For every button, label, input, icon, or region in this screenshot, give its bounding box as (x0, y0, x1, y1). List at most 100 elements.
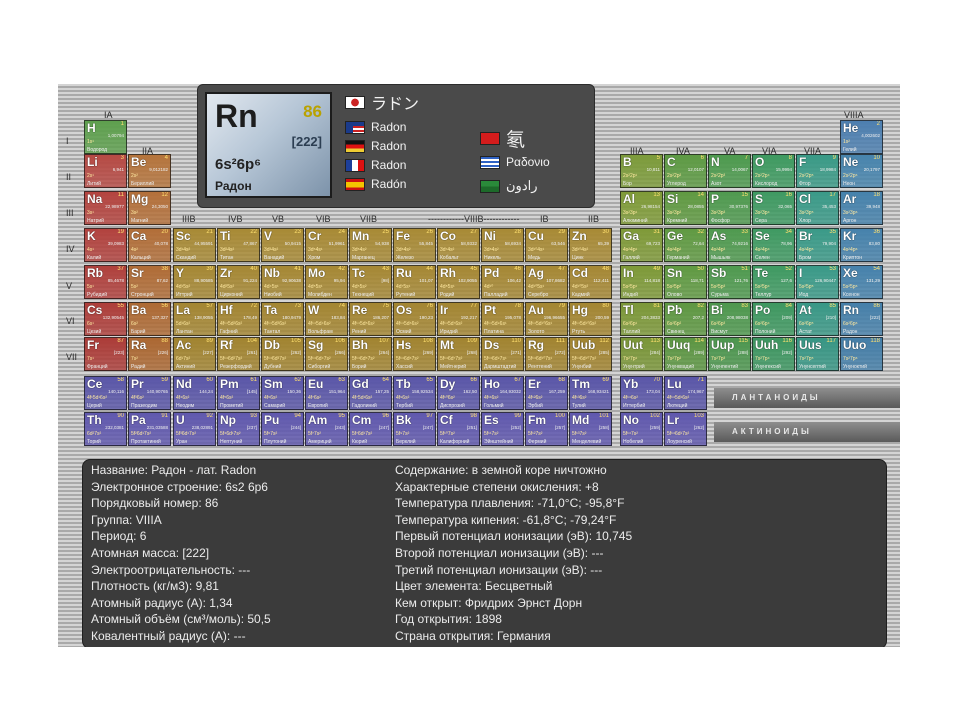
element-cell-ni[interactable]: Ni 28 58,6934 3d⁸4s² Никель (481, 228, 524, 262)
element-cell-hs[interactable]: Hs 108 [269] 5f¹⁴6d⁶7s² Хассий (393, 337, 436, 371)
element-cell-si[interactable]: Si 14 28,0855 3s²3p² Кремний (664, 191, 707, 225)
element-cell-pr[interactable]: Pr 59 140,90765 4f³6s² Празеодим (128, 376, 171, 410)
element-cell-au[interactable]: Au 79 196,96655 4f¹⁴5d¹⁰6s¹ Золото (525, 302, 568, 336)
element-cell-po[interactable]: Po 84 [209] 6s²6p⁴ Полоний (752, 302, 795, 336)
element-cell-fr[interactable]: Fr 87 [223] 7s¹ Франций (84, 337, 127, 371)
element-cell-pm[interactable]: Pm 61 [145] 4f⁵6s² Прометий (217, 376, 260, 410)
element-cell-u[interactable]: U 92 238,02891 5f³6d¹7s² Уран (173, 412, 216, 446)
element-cell-ga[interactable]: Ga 31 69,723 4s²4p¹ Галлий (620, 228, 663, 262)
element-cell-se[interactable]: Se 34 78,96 4s²4p⁴ Селен (752, 228, 795, 262)
element-cell-ra[interactable]: Ra 88 [226] 7s² Радий (128, 337, 171, 371)
element-cell-in[interactable]: In 49 114,818 5s²5p¹ Индий (620, 265, 663, 299)
element-cell-ds[interactable]: Ds 110 [271] 5f¹⁴6d⁹7s¹ Дармштадтий (481, 337, 524, 371)
element-cell-be[interactable]: Be 4 9,012182 2s² Бериллий (128, 154, 171, 188)
element-cell-s[interactable]: S 16 32,065 3s²3p⁴ Сера (752, 191, 795, 225)
element-cell-cl[interactable]: Cl 17 35,453 3s²3p⁵ Хлор (796, 191, 839, 225)
element-cell-sr[interactable]: Sr 38 87,62 5s² Стронций (128, 265, 171, 299)
element-cell-sn[interactable]: Sn 50 118,71 5s²5p² Олово (664, 265, 707, 299)
element-cell-p[interactable]: P 15 30,97376 3s²3p³ Фосфор (708, 191, 751, 225)
element-cell-hf[interactable]: Hf 72 178,49 4f¹⁴5d²6s² Гафний (217, 302, 260, 336)
element-cell-xe[interactable]: Xe 54 131,29 5s²5p⁶ Ксенон (840, 265, 883, 299)
element-cell-te[interactable]: Te 52 127,6 5s²5p⁴ Теллур (752, 265, 795, 299)
element-cell-kr[interactable]: Kr 36 83,80 4s²4p⁶ Криптон (840, 228, 883, 262)
element-cell-la[interactable]: La 57 138,9055 5d¹6s² Лантан (173, 302, 216, 336)
element-cell-v[interactable]: V 23 50,9415 3d³4s² Ванадий (261, 228, 304, 262)
element-cell-sb[interactable]: Sb 51 121,76 5s²5p³ Сурьма (708, 265, 751, 299)
element-cell-fm[interactable]: Fm 100 [257] 5f¹²7s² Фермий (525, 412, 568, 446)
element-cell-cf[interactable]: Cf 98 [251] 5f¹⁰7s² Калифорний (437, 412, 480, 446)
element-cell-bk[interactable]: Bk 97 [247] 5f⁹7s² Берклий (393, 412, 436, 446)
element-cell-no[interactable]: No 102 [259] 5f¹⁴7s² Нобелий (620, 412, 663, 446)
element-cell-uup[interactable]: Uup 115 [288] 7s²7p³ Унунпентий (708, 337, 751, 371)
element-cell-rn[interactable]: Rn 86 [222] 6s²6p⁶ Радон (840, 302, 883, 336)
element-cell-n[interactable]: N 7 14,0067 2s²2p³ Азот (708, 154, 751, 188)
element-cell-na[interactable]: Na 11 22,98977 3s¹ Натрий (84, 191, 127, 225)
element-cell-pt[interactable]: Pt 78 195,078 4f¹⁴5d⁹6s¹ Платина (481, 302, 524, 336)
element-cell-re[interactable]: Re 75 186,207 4f¹⁴5d⁵6s² Рений (349, 302, 392, 336)
element-cell-pu[interactable]: Pu 94 [244] 5f⁶7s² Плутоний (261, 412, 304, 446)
element-cell-nd[interactable]: Nd 60 144,24 4f⁴6s² Неодим (173, 376, 216, 410)
element-cell-ag[interactable]: Ag 47 107,8682 4d¹⁰5s¹ Серебро (525, 265, 568, 299)
element-cell-sm[interactable]: Sm 62 150,36 4f⁶6s² Самарий (261, 376, 304, 410)
element-cell-uut[interactable]: Uut 113 [284] 7s²7p¹ Унунтрий (620, 337, 663, 371)
element-cell-bi[interactable]: Bi 83 208,98038 6s²6p³ Висмут (708, 302, 751, 336)
element-cell-ba[interactable]: Ba 56 137,327 6s² Барий (128, 302, 171, 336)
element-cell-eu[interactable]: Eu 63 151,964 4f⁷6s² Европий (305, 376, 348, 410)
element-cell-cr[interactable]: Cr 24 51,9961 3d⁵4s¹ Хром (305, 228, 348, 262)
element-cell-uuq[interactable]: Uuq 114 [289] 7s²7p² Унунквадий (664, 337, 707, 371)
element-cell-k[interactable]: K 19 39,0983 4s¹ Калий (84, 228, 127, 262)
element-cell-he[interactable]: He 2 4,002602 1s² Гелий (840, 120, 883, 154)
element-cell-uuo[interactable]: Uuo 118 7s²7p⁶ Унуноктий (840, 337, 883, 371)
element-cell-ti[interactable]: Ti 22 47,867 3d²4s² Титан (217, 228, 260, 262)
element-cell-gd[interactable]: Gd 64 157,25 4f⁷5d¹6s² Гадолиний (349, 376, 392, 410)
element-cell-cd[interactable]: Cd 48 112,411 4d¹⁰5s² Кадмий (569, 265, 612, 299)
element-cell-pa[interactable]: Pa 91 231,03588 5f²6d¹7s² Протактиний (128, 412, 171, 446)
element-cell-pd[interactable]: Pd 46 106,42 4d¹⁰ Палладий (481, 265, 524, 299)
element-cell-ru[interactable]: Ru 44 101,07 4d⁷5s¹ Рутений (393, 265, 436, 299)
element-cell-y[interactable]: Y 39 88,90585 4d¹5s² Иттрий (173, 265, 216, 299)
element-cell-sc[interactable]: Sc 21 44,95591 3d¹4s² Скандий (173, 228, 216, 262)
element-cell-er[interactable]: Er 68 167,259 4f¹²6s² Эрбий (525, 376, 568, 410)
element-cell-rb[interactable]: Rb 37 85,4678 5s¹ Рубидий (84, 265, 127, 299)
element-cell-es[interactable]: Es 99 [252] 5f¹¹7s² Эйнштейний (481, 412, 524, 446)
element-cell-cs[interactable]: Cs 55 132,90545 6s¹ Цезий (84, 302, 127, 336)
element-cell-pb[interactable]: Pb 82 207,2 6s²6p² Свинец (664, 302, 707, 336)
element-cell-ce[interactable]: Ce 58 140,116 4f¹5d¹6s² Церий (84, 376, 127, 410)
element-cell-np[interactable]: Np 93 [237] 5f⁴6d¹7s² Нептуний (217, 412, 260, 446)
element-cell-mt[interactable]: Mt 109 [268] 5f¹⁴6d⁷7s² Мейтнерий (437, 337, 480, 371)
element-cell-lr[interactable]: Lr 103 [262] 5f¹⁴6d¹7s² Лоуренсий (664, 412, 707, 446)
element-cell-ho[interactable]: Ho 67 164,93032 4f¹¹6s² Гольмий (481, 376, 524, 410)
element-cell-bh[interactable]: Bh 107 [264] 5f¹⁴6d⁵7s² Борий (349, 337, 392, 371)
element-cell-tm[interactable]: Tm 69 168,93421 4f¹³6s² Тулий (569, 376, 612, 410)
element-cell-br[interactable]: Br 35 79,904 4s²4p⁵ Бром (796, 228, 839, 262)
element-cell-as[interactable]: As 33 74,9216 4s²4p³ Мышьяк (708, 228, 751, 262)
element-cell-c[interactable]: C 6 12,0107 2s²2p² Углерод (664, 154, 707, 188)
element-cell-nb[interactable]: Nb 41 92,90638 4d⁴5s¹ Ниобий (261, 265, 304, 299)
element-cell-rg[interactable]: Rg 111 [272] 5f¹⁴6d¹⁰7s¹ Рентгений (525, 337, 568, 371)
element-cell-yb[interactable]: Yb 70 173,04 4f¹⁴6s² Иттербий (620, 376, 663, 410)
element-cell-lu[interactable]: Lu 71 174,967 4f¹⁴5d¹6s² Лютеций (664, 376, 707, 410)
element-cell-ne[interactable]: Ne 10 20,1797 2s²2p⁶ Неон (840, 154, 883, 188)
element-cell-o[interactable]: O 8 15,9994 2s²2p⁴ Кислород (752, 154, 795, 188)
element-cell-am[interactable]: Am 95 [243] 5f⁷7s² Америций (305, 412, 348, 446)
element-cell-li[interactable]: Li 3 6,941 2s¹ Литий (84, 154, 127, 188)
element-cell-al[interactable]: Al 13 26,98154 3s²3p¹ Алюминий (620, 191, 663, 225)
element-cell-cu[interactable]: Cu 29 63,546 3d¹⁰4s¹ Медь (525, 228, 568, 262)
element-cell-zn[interactable]: Zn 30 65,39 3d¹⁰4s² Цинк (569, 228, 612, 262)
element-cell-os[interactable]: Os 76 190,23 4f¹⁴5d⁶6s² Осмий (393, 302, 436, 336)
element-cell-fe[interactable]: Fe 26 55,845 3d⁶4s² Железо (393, 228, 436, 262)
element-cell-mg[interactable]: Mg 12 24,3050 3s² Магний (128, 191, 171, 225)
element-cell-th[interactable]: Th 90 232,0381 6d²7s² Торий (84, 412, 127, 446)
element-cell-ac[interactable]: Ac 89 [227] 6d¹7s² Актиний (173, 337, 216, 371)
element-cell-at[interactable]: At 85 [210] 6s²6p⁵ Астат (796, 302, 839, 336)
element-cell-uub[interactable]: Uub 112 [285] 5f¹⁴6d¹⁰7s² Унунбий (569, 337, 612, 371)
element-cell-md[interactable]: Md 101 [258] 5f¹³7s² Менделевий (569, 412, 612, 446)
element-cell-zr[interactable]: Zr 40 91,224 4d²5s² Цирконий (217, 265, 260, 299)
element-cell-uus[interactable]: Uus 117 7s²7p⁵ Унунсептий (796, 337, 839, 371)
element-cell-w[interactable]: W 74 183,84 4f¹⁴5d⁴6s² Вольфрам (305, 302, 348, 336)
element-cell-b[interactable]: B 5 10,811 2s²2p¹ Бор (620, 154, 663, 188)
element-cell-rf[interactable]: Rf 104 [261] 5f¹⁴6d²7s² Резерфордий (217, 337, 260, 371)
element-cell-dy[interactable]: Dy 66 162,50 4f¹⁰6s² Диспрозий (437, 376, 480, 410)
element-cell-co[interactable]: Co 27 58,9332 3d⁷4s² Кобальт (437, 228, 480, 262)
element-cell-mo[interactable]: Mo 42 95,94 4d⁵5s¹ Молибден (305, 265, 348, 299)
